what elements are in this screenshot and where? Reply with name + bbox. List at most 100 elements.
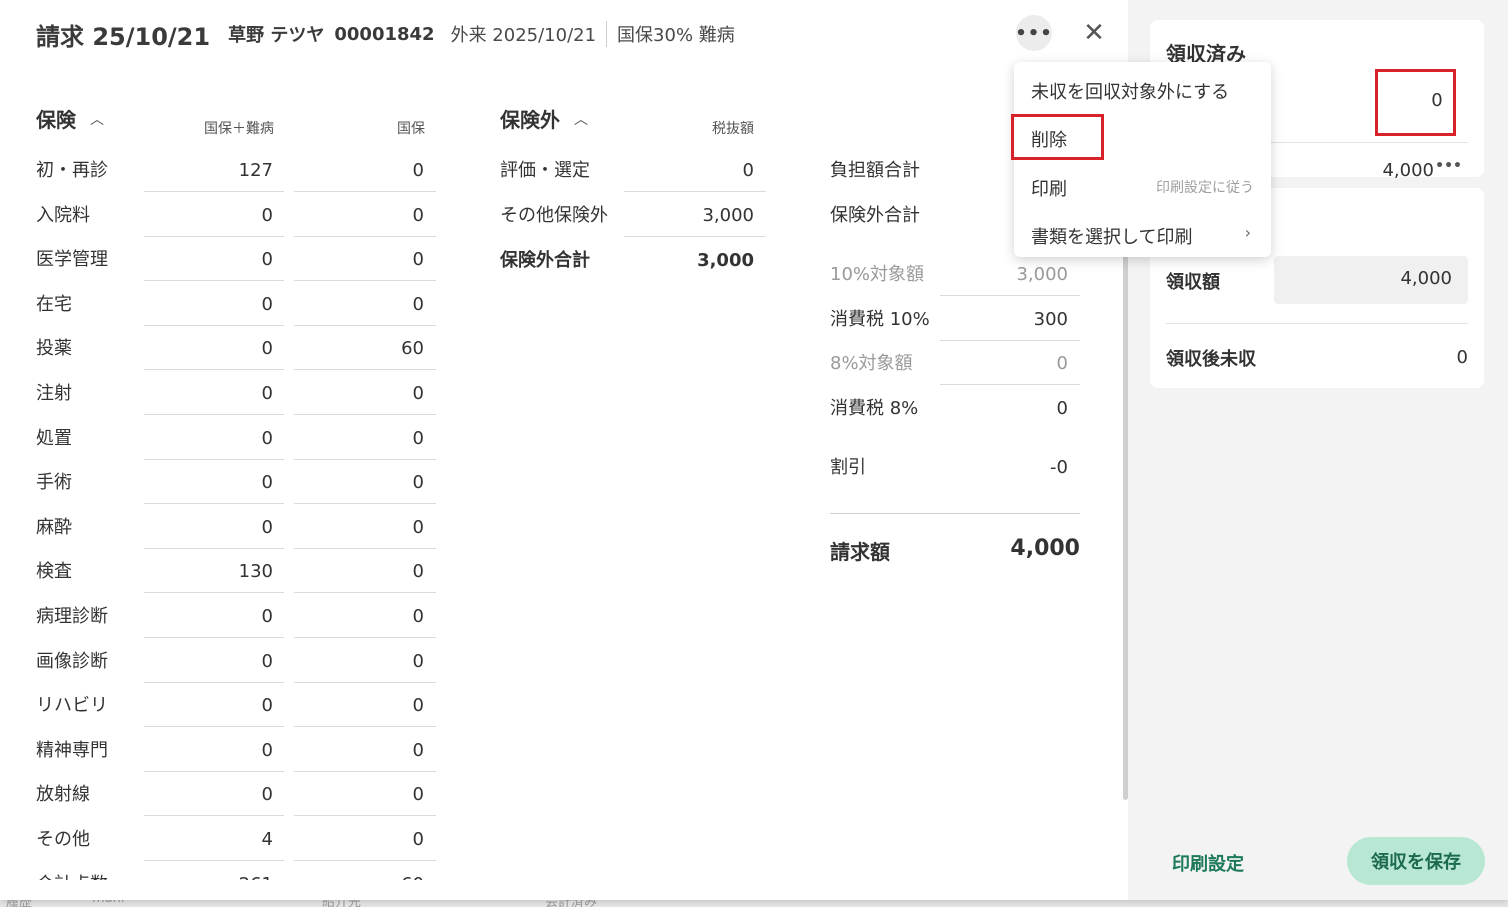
row-value: 0 [412,784,424,806]
row-label: 放射線 [36,784,90,806]
row-value: 0 [412,204,424,226]
divider [294,860,436,861]
row-label: 検査 [36,561,72,583]
table-row: 10%対象額 3,000 [830,260,1080,304]
divider [294,414,436,415]
table-row: 検査 130 0 [36,557,436,601]
print-settings-link[interactable]: 印刷設定 [1172,850,1244,876]
divider [144,369,284,371]
row-label: 負担額合計 [830,160,920,181]
non-insurance-section-title: 保険外 [500,108,560,132]
chevron-up-icon[interactable]: ︿ [90,109,104,129]
divider [294,681,436,683]
table-row: 手術 0 0 [36,468,436,512]
billing-modal: 請求 25/10/21 草野 テツヤ 00001842 外来 2025/10/2… [0,0,1508,900]
row-label: 保険外合計 [500,250,590,271]
received-amount-field[interactable]: 4,000 [1274,256,1468,304]
row-value: 0 [261,739,273,761]
row-value: 0 [412,472,424,494]
menu-item-select-documents-print[interactable]: 書類を選択して印刷 › [1014,211,1271,255]
divider [144,458,284,460]
row-value: 0 [1056,353,1068,374]
table-row: 医学管理 0 0 [36,245,436,289]
save-receipt-button[interactable]: 領収を保存 [1347,837,1485,885]
col-header-kokuho: 国保 [397,121,425,137]
divider [144,324,284,326]
row-value: 0 [412,293,424,315]
divider [144,860,284,861]
menu-item-label: 印刷 [1031,179,1067,200]
divider [940,384,1080,385]
divider [294,547,436,549]
row-value: 0 [412,561,424,583]
chevron-up-icon[interactable]: ︿ [574,109,588,129]
row-value: 130 [238,561,273,583]
row-value: 0 [261,695,273,717]
divider [294,280,436,282]
row-label: 合計点数 [36,870,108,880]
table-row: その他保険外 3,000 [500,201,766,245]
row-label: 麻酔 [36,516,72,538]
table-row: その他 4 0 [36,825,436,869]
divider [1166,323,1468,324]
highlight-received-input [1375,69,1456,136]
table-row: 合計点数 261 60 [36,870,436,880]
row-value: 0 [261,650,273,672]
row-value: -0 [1050,457,1068,478]
close-button[interactable]: ✕ [1078,15,1110,51]
remaining-label: 領収後未収 [1166,349,1256,370]
row-label: 消費税 10% [830,309,930,330]
row-value: 0 [412,739,424,761]
table-row: 割引 -0 [830,453,1080,497]
divider [294,458,436,460]
table-row: 在宅 0 0 [36,290,436,334]
table-row: 8%対象額 0 [830,349,1080,393]
highlight-delete [1011,114,1104,160]
row-value: 3,000 [702,205,754,226]
row-value: 0 [261,516,273,538]
row-value: 0 [412,249,424,271]
divider [294,592,436,594]
row-value: 3,000 [697,250,754,271]
row-label: 初・再診 [36,160,108,181]
row-label: 病理診断 [36,606,108,627]
table-row: 病理診断 0 0 [36,602,436,646]
row-value: 261 [239,874,273,880]
table-row: 消費税 8% 0 [830,394,1080,438]
row-label: 画像診断 [36,650,108,672]
received-amount: 4,000 [1382,160,1434,181]
row-label: その他保険外 [500,205,608,226]
divider [294,369,436,371]
table-row: リハビリ 0 0 [36,691,436,735]
row-label: 消費税 8% [830,398,919,419]
table-row: 評価・選定 0 [500,156,766,200]
divider [144,414,284,415]
row-value: 0 [261,249,273,271]
row-label: 割引 [830,457,866,478]
row-value: 0 [412,606,424,627]
row-value: 0 [261,293,273,315]
table-row: 麻酔 0 0 [36,513,436,557]
row-value: 0 [261,606,273,627]
received-amount-label: 領収額 [1166,272,1220,293]
divider [294,503,436,505]
row-more-button[interactable]: ••• [1435,158,1462,174]
insurance-section-header[interactable]: 保険 ︿ [36,104,104,133]
non-insurance-section-header[interactable]: 保険外 ︿ [500,104,588,133]
more-options-button[interactable]: ••• [1015,15,1052,51]
table-row: 入院料 0 0 [36,201,436,245]
received-amount-value: 4,000 [1400,268,1452,289]
row-value: 4 [261,829,273,850]
col-header-kokuho-nanbyo: 国保＋難病 [204,121,274,137]
divider [144,191,284,192]
row-label: 医学管理 [36,249,108,271]
menu-item-print[interactable]: 印刷 印刷設定に従う [1014,163,1271,207]
divider [294,324,436,326]
row-value: 0 [412,695,424,717]
row-value: 0 [412,427,424,449]
divider [940,340,1080,341]
menu-item-exclude-uncollected[interactable]: 未収を回収対象外にする [1014,66,1271,110]
divider [144,503,284,505]
table-row: 消費税 10% 300 [830,305,1080,349]
divider [144,280,284,282]
